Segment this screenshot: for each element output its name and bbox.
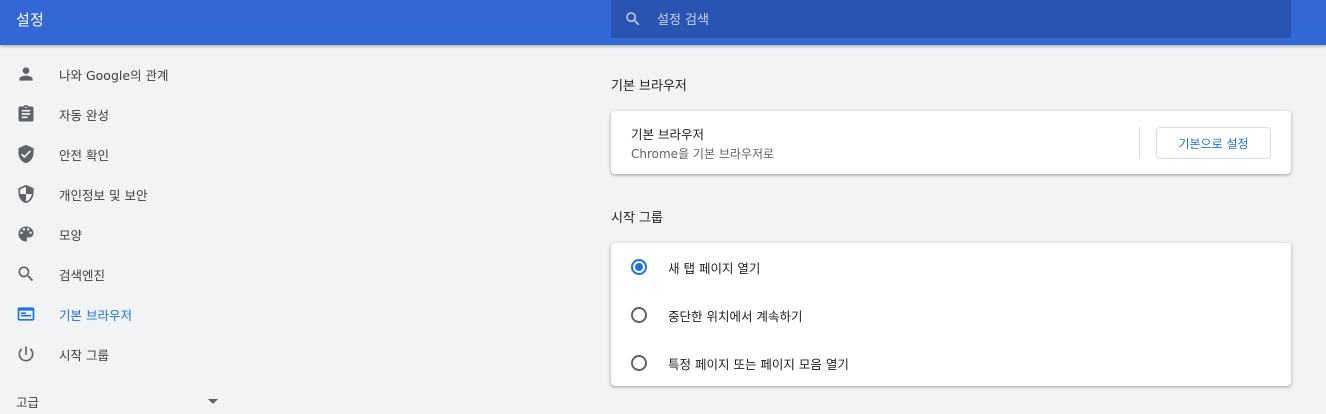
power-icon (18, 346, 34, 362)
sidebar-item-label: 안전 확인 (59, 148, 109, 163)
sidebar-item-google-account[interactable]: 나와 Google의 관계 (0, 54, 260, 94)
sidebar-item-label: 나와 Google의 관계 (59, 68, 169, 83)
page-title: 설정 (16, 11, 45, 29)
sidebar-item-label: 모양 (59, 228, 83, 243)
sidebar-item-privacy[interactable]: 개인정보 및 보안 (0, 174, 260, 214)
clipboard-icon (18, 104, 34, 122)
sidebar-item-search-engine[interactable]: 검색엔진 (0, 254, 260, 294)
radio-label: 중단한 위치에서 계속하기 (668, 309, 803, 324)
startup-option-new-tab[interactable]: 새 탭 페이지 열기 (611, 243, 1291, 291)
radio-button[interactable] (631, 307, 647, 323)
sidebar-item-label: 시작 그룹 (59, 348, 109, 363)
startup-option-specific-pages[interactable]: 특정 페이지 또는 페이지 모음 열기 (611, 339, 1291, 387)
startup-card: 새 탭 페이지 열기 중단한 위치에서 계속하기 특정 페이지 또는 페이지 모… (611, 243, 1291, 386)
sidebar: 나와 Google의 관계 자동 완성 안전 확인 개인정보 및 보안 모양 검… (0, 54, 260, 374)
radio-button[interactable] (631, 355, 647, 371)
divider (1139, 127, 1140, 159)
sidebar-item-default-browser[interactable]: 기본 브라우저 (0, 294, 260, 334)
sidebar-item-label: 자동 완성 (59, 108, 109, 123)
search-field[interactable]: 설정 검색 (611, 0, 1291, 38)
shield-half-icon (18, 184, 34, 204)
default-browser-row-title: 기본 브라우저 (631, 127, 704, 142)
radio-label: 특정 페이지 또는 페이지 모음 열기 (668, 357, 849, 372)
startup-option-continue[interactable]: 중단한 위치에서 계속하기 (611, 291, 1291, 339)
section-title-on-startup: 시작 그룹 (611, 211, 663, 226)
default-browser-card: 기본 브라우저 Chrome을 기본 브라우저로 기본으로 설정 (611, 111, 1291, 174)
sidebar-item-safety-check[interactable]: 안전 확인 (0, 134, 260, 174)
radio-button-checked[interactable] (631, 259, 647, 275)
sidebar-item-autofill[interactable]: 자동 완성 (0, 94, 260, 134)
person-icon (19, 67, 33, 81)
default-browser-row-subtitle: Chrome을 기본 브라우저로 (631, 147, 775, 161)
sidebar-item-label: 검색엔진 (59, 268, 106, 283)
palette-icon (18, 226, 34, 242)
make-default-button[interactable]: 기본으로 설정 (1156, 127, 1271, 159)
sidebar-item-label: 개인정보 및 보안 (59, 188, 148, 203)
section-title-default-browser: 기본 브라우저 (611, 79, 687, 94)
sidebar-item-label: 기본 브라우저 (59, 308, 132, 323)
top-bar: 설정 설정 검색 (0, 0, 1326, 45)
search-icon (626, 12, 640, 26)
sidebar-item-on-startup[interactable]: 시작 그룹 (0, 334, 260, 374)
sidebar-advanced-toggle[interactable]: 고급 (0, 384, 260, 414)
browser-window-icon (17, 307, 35, 321)
search-icon (18, 266, 34, 282)
shield-check-icon (18, 144, 34, 164)
chevron-down-icon (208, 399, 218, 404)
advanced-label: 고급 (16, 395, 40, 410)
search-input[interactable]: 설정 검색 (657, 9, 709, 28)
sidebar-item-appearance[interactable]: 모양 (0, 214, 260, 254)
radio-label: 새 탭 페이지 열기 (668, 261, 761, 276)
